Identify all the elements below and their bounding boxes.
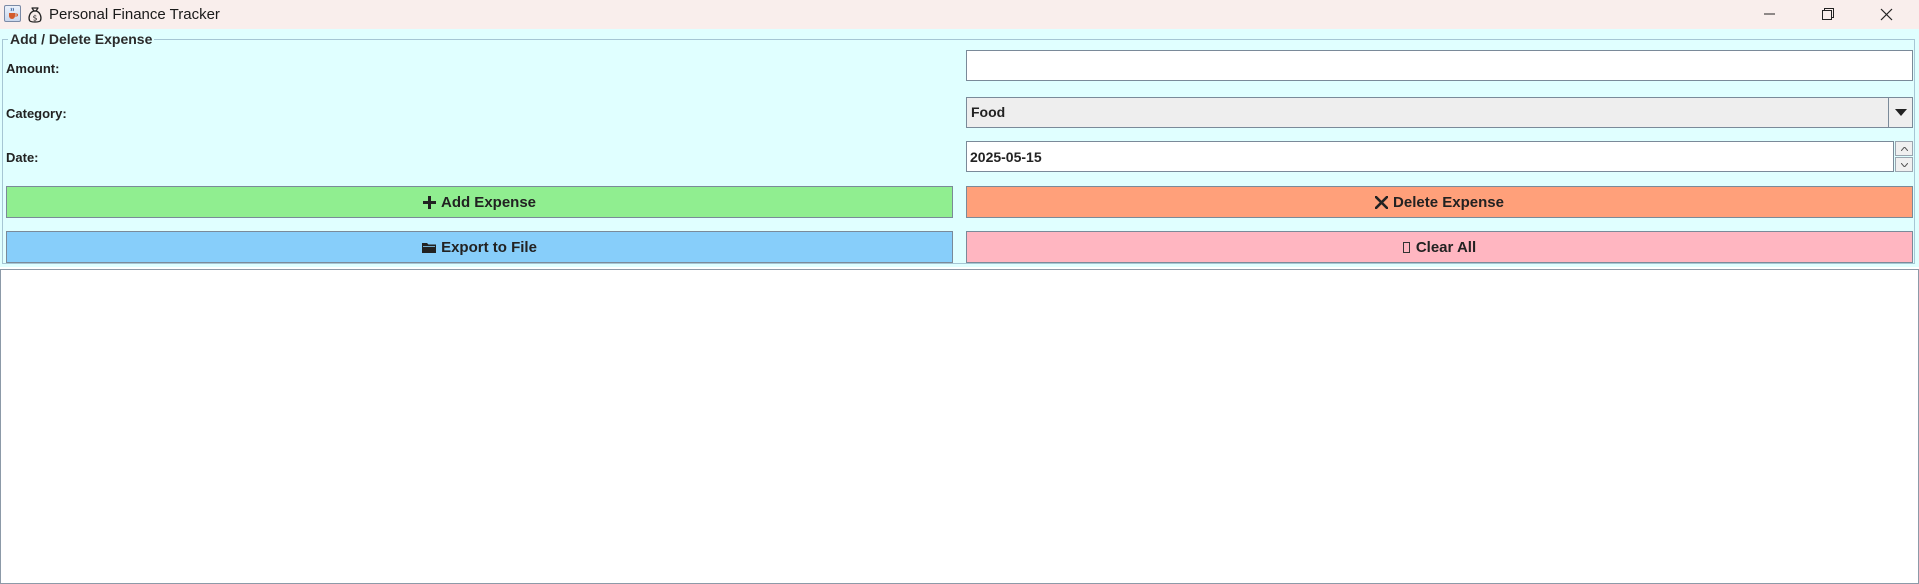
expense-form-panel: Add / Delete Expense Amount: Category: F…	[0, 29, 1919, 267]
close-button[interactable]	[1857, 0, 1915, 29]
date-input[interactable]: 2025-05-15	[966, 141, 1894, 172]
folder-icon	[422, 242, 437, 253]
add-expense-button[interactable]: Add Expense	[6, 186, 953, 218]
date-label: Date:	[6, 150, 39, 165]
date-value: 2025-05-15	[970, 149, 1042, 165]
close-icon	[1880, 8, 1893, 21]
restore-button[interactable]	[1799, 0, 1857, 29]
x-icon	[1375, 195, 1389, 209]
spinner-up-button[interactable]	[1895, 141, 1913, 156]
missing-glyph-icon	[1402, 241, 1410, 253]
export-to-file-button[interactable]: Export to File	[6, 231, 953, 263]
app-window: $ Personal Finance Tracker Add / Delete …	[0, 0, 1919, 584]
clear-all-button[interactable]: Clear All	[966, 231, 1913, 263]
date-spinner[interactable]: 2025-05-15	[966, 141, 1913, 172]
java-cup-icon	[4, 5, 21, 22]
add-expense-label: Add Expense	[440, 193, 537, 211]
window-title: Personal Finance Tracker	[49, 6, 220, 23]
export-to-file-label: Export to File	[441, 238, 537, 256]
expense-list-textarea[interactable]	[0, 269, 1919, 584]
amount-label: Amount:	[6, 61, 60, 76]
plus-icon	[422, 195, 436, 209]
form-group-title: Add / Delete Expense	[8, 31, 155, 47]
title-bar[interactable]: $ Personal Finance Tracker	[0, 0, 1919, 29]
delete-expense-label: Delete Expense	[1393, 193, 1504, 211]
delete-expense-button[interactable]: Delete Expense	[966, 186, 1913, 218]
arrow-down-icon	[1901, 163, 1908, 167]
money-bag-icon: $	[27, 6, 43, 24]
dropdown-arrow-button[interactable]	[1888, 98, 1912, 127]
category-dropdown[interactable]: Food	[966, 97, 1913, 128]
svg-text:$: $	[33, 14, 38, 23]
spinner-down-button[interactable]	[1895, 157, 1913, 172]
amount-input[interactable]	[966, 50, 1913, 81]
category-selected-value: Food	[971, 104, 1006, 120]
minimize-button[interactable]	[1741, 0, 1799, 29]
minimize-icon	[1764, 13, 1775, 15]
arrow-up-icon	[1901, 147, 1908, 151]
clear-all-label: Clear All	[1415, 238, 1477, 256]
chevron-down-icon	[1895, 109, 1907, 116]
category-label: Category:	[6, 106, 67, 121]
restore-icon	[1822, 8, 1834, 20]
